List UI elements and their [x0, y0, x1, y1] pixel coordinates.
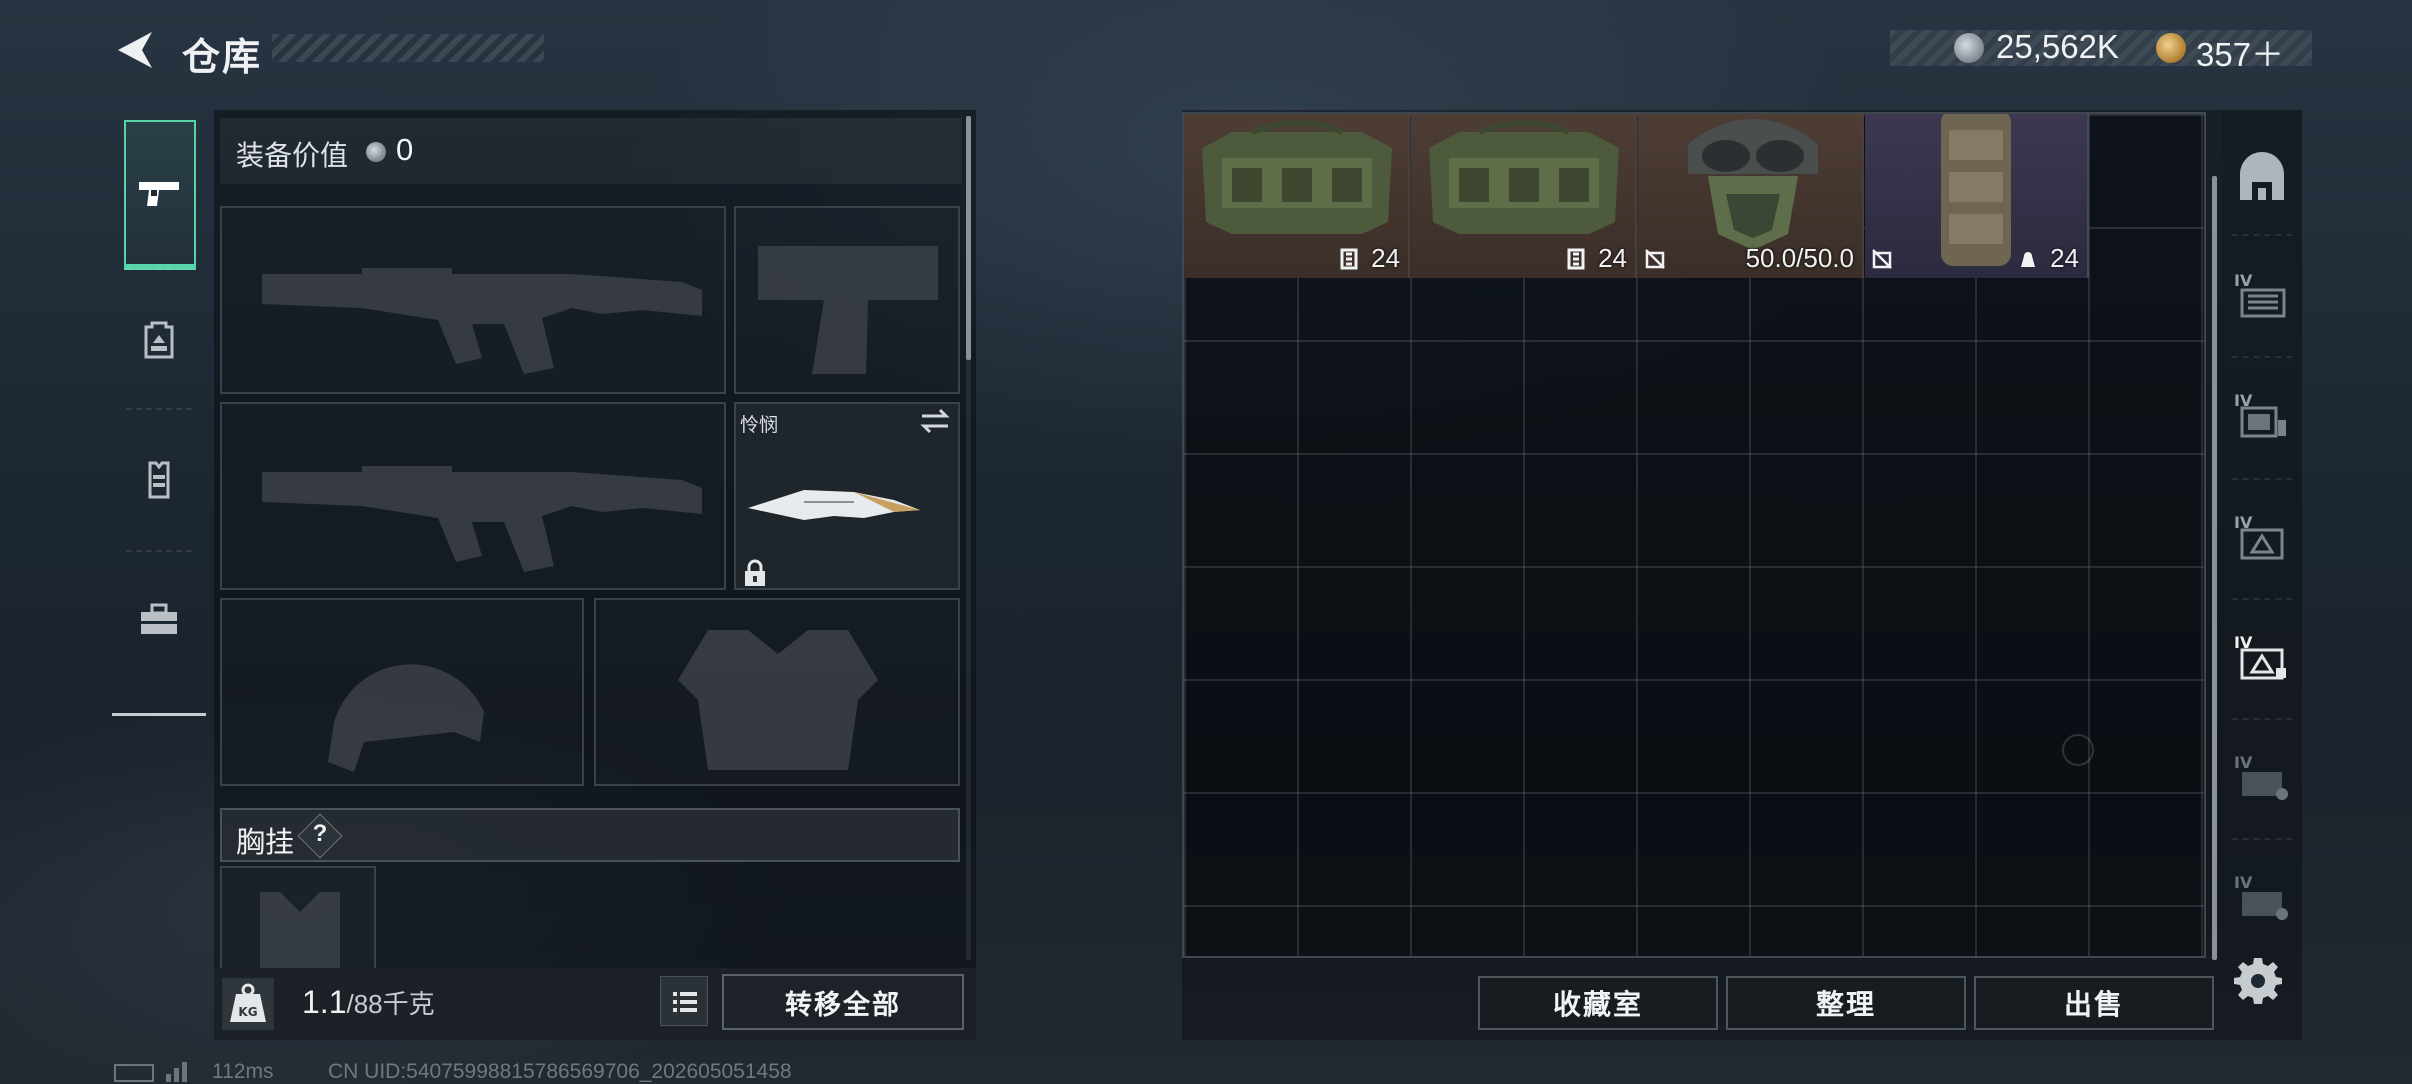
equipment-value: 0 [396, 132, 414, 167]
carry-weight: 1.1/88千克 [302, 984, 435, 1021]
item-durability: 50.0/50.0 [1745, 243, 1854, 273]
helmet-slot[interactable] [220, 598, 584, 786]
list-view-button[interactable] [660, 976, 708, 1026]
weight-kg-icon: KG [222, 978, 274, 1030]
storage-tier-icon: IV [2234, 271, 2286, 318]
armor-placeholder-icon [678, 630, 878, 770]
svg-text:IV: IV [2234, 753, 2253, 772]
duffel-bag-icon [1429, 120, 1619, 234]
title-decoration [272, 34, 544, 62]
equipment-scrollbar[interactable] [966, 116, 971, 360]
chest-rig-label: 胸挂 [236, 827, 295, 859]
gear-icon[interactable] [2234, 956, 2282, 1004]
backpack-icon [144, 321, 174, 359]
storage-item-canister[interactable]: 24 [1865, 114, 2089, 278]
equipment-value-label: 装备价值 [236, 140, 349, 171]
rail-tab-storage-6[interactable]: IV [2222, 838, 2302, 956]
vest-icon [148, 461, 170, 499]
storage-item-helmet[interactable]: 50.0/50.0 [1638, 114, 1864, 278]
armor-slot[interactable] [594, 598, 960, 786]
svg-text:IV: IV [2234, 873, 2253, 892]
storage-scrollbar[interactable] [2212, 176, 2217, 960]
nav-item-backpack[interactable] [112, 270, 206, 408]
list-icon [673, 992, 697, 1012]
player-uid: CN UID:5407599881578656970​6_20260505145… [328, 1060, 792, 1083]
rail-tab-storage-3[interactable]: IV [2222, 478, 2302, 596]
rail-tab-storage-1[interactable]: IV [2222, 236, 2302, 354]
nav-item-weapons[interactable] [112, 124, 206, 262]
nav-item-toolbox[interactable] [112, 550, 206, 688]
secondary-weapon-slot[interactable] [220, 402, 726, 590]
silver-coin-icon [366, 142, 386, 162]
gear-capacity-icon [2021, 252, 2035, 267]
capacity-icon [1340, 248, 1358, 270]
rail-tab-storage-2[interactable]: IV [2222, 356, 2302, 474]
knife-icon [748, 490, 920, 520]
no-repair-icon [1872, 249, 1892, 269]
page-title: 仓库 [182, 37, 263, 79]
back-arrow-icon[interactable] [112, 28, 156, 72]
duffel-bag-icon [1202, 120, 1392, 234]
sort-button[interactable]: 整理 [1726, 976, 1966, 1030]
base-icon [2240, 152, 2284, 200]
carry-weight-current: 1.1 [302, 984, 347, 1020]
item-count: 24 [1598, 243, 1627, 273]
storage-tier-icon: IV [2234, 753, 2288, 800]
storage-tier-icon: IV [2234, 513, 2284, 560]
swap-icon[interactable] [918, 406, 952, 436]
nav-item-vest[interactable] [112, 410, 206, 548]
transfer-all-button[interactable]: 转移全部 [722, 974, 964, 1030]
silver-balance: 25,562K [1996, 28, 2119, 65]
ping-readout: 112ms [212, 1060, 274, 1083]
rail-tab-base[interactable] [2222, 118, 2302, 236]
rifle-placeholder-icon [262, 466, 702, 572]
carry-weight-capacity: /88千克 [346, 989, 435, 1019]
equipment-category-nav [112, 110, 206, 716]
silver-coin-icon [1954, 33, 1984, 63]
rail-tab-storage-5[interactable]: IV [2222, 718, 2302, 836]
gold-coin-icon [2156, 33, 2186, 63]
storage-tier-icon: IV [2234, 873, 2288, 920]
pistol-placeholder-icon [758, 246, 938, 374]
help-glyph: ? [312, 820, 328, 847]
lock-icon [745, 559, 765, 586]
item-count: 24 [2050, 243, 2079, 273]
signal-icon [166, 1062, 187, 1082]
battery-icon [114, 1064, 154, 1082]
melee-name: 怜悯 [740, 415, 779, 436]
chest-rig-slot[interactable] [220, 866, 376, 970]
vault-button[interactable]: 收藏室 [1478, 976, 1718, 1030]
storage-item-duffel-bag[interactable]: 24 [1184, 114, 1410, 278]
pistol-icon [139, 182, 179, 206]
rifle-placeholder-icon [262, 268, 702, 374]
storage-item-duffel-bag[interactable]: 24 [1411, 114, 1637, 278]
pistol-slot[interactable] [734, 206, 960, 394]
helmet-mask-icon [1688, 119, 1818, 250]
capacity-icon [1567, 248, 1585, 270]
storage-tier-icon: IV [2234, 391, 2286, 438]
storage-tier-icon: IV [2234, 633, 2286, 680]
sell-button[interactable]: 出售 [1974, 976, 2214, 1030]
tactical-canister-icon [1941, 114, 2011, 266]
primary-weapon-slot[interactable] [220, 206, 726, 394]
helmet-placeholder-icon [328, 664, 484, 772]
chest-rig-placeholder-icon [260, 892, 340, 968]
no-repair-icon [1645, 249, 1665, 269]
rail-tab-storage-4-active[interactable]: IV [2222, 598, 2302, 716]
svg-text:KG: KG [238, 1005, 257, 1019]
svg-text:IV: IV [2234, 271, 2253, 290]
item-count: 24 [1371, 243, 1400, 273]
toolbox-icon [141, 603, 177, 634]
drag-hint-circle [2062, 734, 2094, 766]
gold-balance-topup[interactable]: 357＋ [2196, 28, 2284, 76]
